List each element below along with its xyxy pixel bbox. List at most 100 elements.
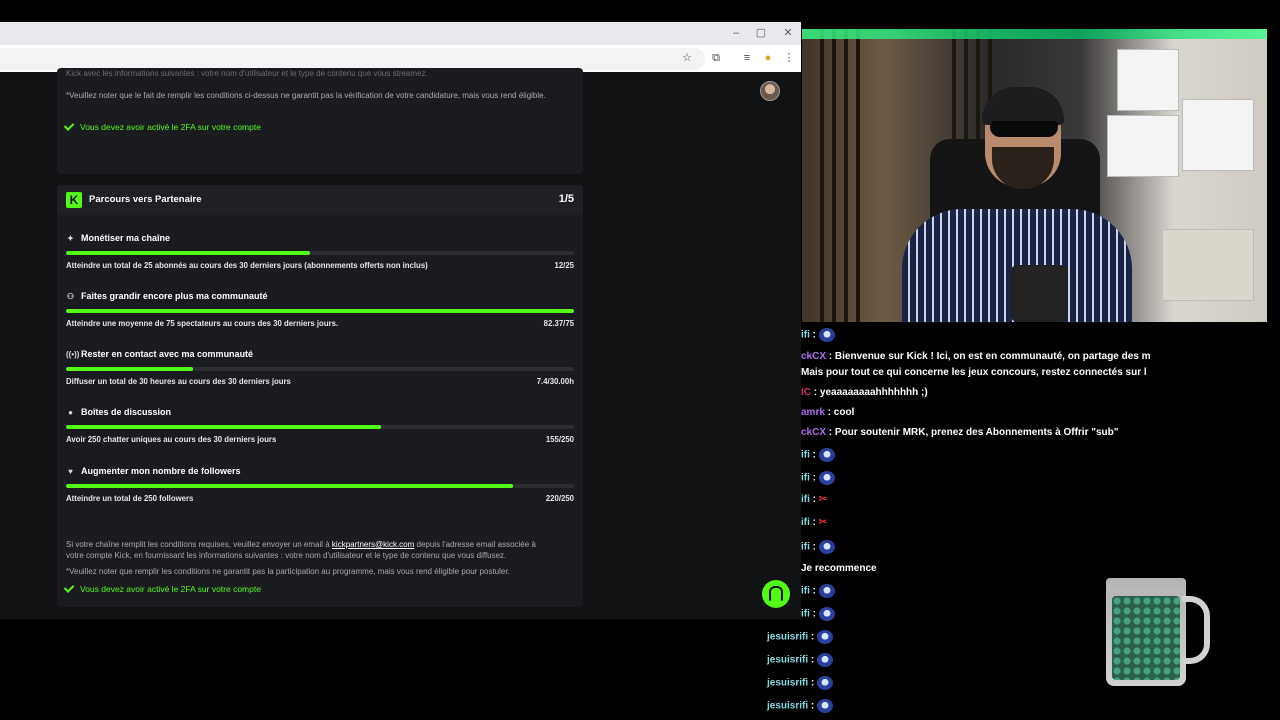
chat-message: ckCX : Bienvenue sur Kick ! Ici, on est … bbox=[801, 351, 1151, 362]
chat-message: ifi : bbox=[801, 448, 835, 462]
chat-username[interactable]: ifi bbox=[801, 450, 810, 461]
console-box bbox=[1107, 115, 1179, 177]
chat-username[interactable]: ckCX bbox=[801, 351, 826, 362]
emote-icon: ✂ bbox=[818, 494, 828, 505]
progress-bar bbox=[66, 251, 574, 255]
emote-icon bbox=[817, 653, 834, 667]
section-title-text: Boîtes de discussion bbox=[81, 407, 172, 417]
chat-text: Je recommence bbox=[801, 563, 877, 574]
partner-footer-text: Si votre chaîne remplit les conditions r… bbox=[66, 539, 566, 550]
chat-message: ifi : bbox=[801, 471, 835, 485]
twofa-text: Vous devez avoir activé le 2FA sur votre… bbox=[80, 122, 261, 132]
progress-fill bbox=[66, 309, 574, 313]
chat-separator: : bbox=[809, 517, 819, 529]
maximize-button[interactable]: ▢ bbox=[754, 26, 768, 40]
partner-step-section: ⚇ Faites grandir encore plus ma communaut… bbox=[66, 291, 574, 341]
partner-step-section: ● Boîtes de discussion Avoir 250 chatter u… bbox=[66, 407, 574, 457]
verification-note: *Veuillez noter que le fait de remplir l… bbox=[66, 91, 546, 100]
partner-twofa-text: Vous devez avoir activé le 2FA sur votre… bbox=[80, 584, 261, 594]
section-icon: ⚇ bbox=[66, 291, 75, 301]
chat-message: jesuisrifi : bbox=[767, 630, 834, 644]
partner-step-section: ♥ Augmenter mon nombre de followers Attein… bbox=[66, 466, 574, 516]
section-description: Atteindre un total de 25 abonnés au cour… bbox=[66, 261, 428, 270]
menu-icon[interactable]: ⋮ bbox=[782, 51, 796, 65]
chat-username[interactable]: ifi bbox=[801, 330, 810, 341]
chat-username[interactable]: IC bbox=[801, 387, 811, 398]
chat-separator: : bbox=[809, 472, 819, 484]
address-bar[interactable] bbox=[0, 48, 705, 70]
section-icon: ● bbox=[68, 407, 73, 417]
chat-message: jesuisrifi : bbox=[767, 653, 834, 667]
section-description: Avoir 250 chatter uniques au cours des 3… bbox=[66, 435, 277, 444]
partner-step-section: ✦ Monétiser ma chaîne Atteindre un total d… bbox=[66, 233, 574, 283]
chat-message: Je recommence bbox=[801, 563, 877, 574]
extensions-icon[interactable]: ⧉ bbox=[709, 51, 723, 65]
minimize-button[interactable]: – bbox=[729, 26, 743, 40]
chat-message: ckCX : Pour soutenir MRK, prenez des Abo… bbox=[801, 427, 1119, 438]
support-chat-button[interactable] bbox=[762, 580, 790, 608]
chat-text: Pour soutenir MRK, prenez des Abonnement… bbox=[834, 427, 1119, 438]
partner-email-link[interactable]: kickpartners@kick.com bbox=[332, 540, 414, 549]
progress-bar bbox=[66, 425, 574, 429]
progress-fill bbox=[66, 484, 514, 488]
section-icon: ♥ bbox=[68, 466, 73, 476]
wall-slat bbox=[832, 29, 836, 322]
chat-separator: : bbox=[811, 387, 820, 398]
chat-separator: : bbox=[809, 329, 819, 341]
profile-icon[interactable]: ● bbox=[761, 51, 775, 65]
star-icon[interactable]: ☆ bbox=[680, 51, 694, 65]
chat-username[interactable]: ifi bbox=[801, 542, 810, 553]
chat-separator: : bbox=[809, 585, 819, 597]
chat-username[interactable]: ckCX bbox=[801, 427, 826, 438]
section-description: Atteindre un total de 250 followers bbox=[66, 494, 194, 503]
close-button[interactable]: ✕ bbox=[781, 26, 795, 40]
section-icon: ((•)) bbox=[66, 349, 80, 359]
mug-handle bbox=[1182, 596, 1210, 664]
progress-bar bbox=[66, 484, 574, 488]
chat-username[interactable]: jesuisrifi bbox=[767, 701, 808, 712]
page-content: Kick avec les informations suivantes : v… bbox=[0, 68, 801, 619]
section-value: 12/25 bbox=[554, 261, 574, 270]
chat-message: ifi : ✂ bbox=[801, 517, 827, 528]
emote-icon: ✂ bbox=[818, 517, 828, 528]
progress-fill bbox=[66, 425, 381, 429]
chat-username[interactable]: amrk bbox=[801, 407, 825, 418]
emote-icon bbox=[817, 699, 834, 713]
title-bar: – ▢ ✕ bbox=[0, 22, 801, 45]
chat-username[interactable]: ifi bbox=[801, 473, 810, 484]
microphone bbox=[1010, 265, 1068, 322]
neon-light bbox=[802, 29, 1267, 39]
media-icon[interactable]: ≡ bbox=[740, 51, 754, 65]
chat-username[interactable]: jesuisrifi bbox=[767, 632, 808, 643]
chat-separator: : bbox=[809, 608, 819, 620]
progress-bar bbox=[66, 309, 574, 313]
partner-twofa-requirement: Vous devez avoir activé le 2FA sur votre… bbox=[63, 582, 261, 594]
progress-fill bbox=[66, 251, 310, 255]
partner-step-counter: 1/5 bbox=[558, 193, 574, 205]
chat-username[interactable]: jesuisrifi bbox=[767, 655, 808, 666]
wall-slat bbox=[844, 29, 848, 322]
emote-icon bbox=[818, 584, 835, 598]
section-title: ((•)) Rester en contact avec ma communaut… bbox=[66, 349, 253, 359]
streamer-cap bbox=[982, 87, 1064, 125]
section-value: 82.37/75 bbox=[543, 319, 574, 328]
avatar[interactable] bbox=[760, 81, 780, 101]
verification-card: Kick avec les informations suivantes : v… bbox=[57, 68, 583, 174]
chat-message: jesuisrifi : bbox=[767, 676, 834, 690]
emote-icon bbox=[817, 630, 834, 644]
partner-card: K Parcours vers Partenaire 1/5 ✦ Monétise… bbox=[57, 185, 583, 607]
chat-text: cool bbox=[833, 407, 855, 418]
chat-username[interactable]: ifi bbox=[801, 517, 810, 528]
chat-username[interactable]: jesuisrifi bbox=[767, 678, 808, 689]
emote-icon bbox=[818, 448, 835, 462]
chat-username[interactable]: ifi bbox=[801, 494, 810, 505]
section-value: 220/250 bbox=[545, 494, 574, 503]
mug-overlay bbox=[1106, 578, 1186, 686]
wall-slat bbox=[856, 29, 860, 322]
chat-username[interactable]: ifi bbox=[801, 586, 810, 597]
chat-separator: : bbox=[808, 700, 818, 712]
chat-username[interactable]: ifi bbox=[801, 609, 810, 620]
partner-footer-note: *Veuillez noter que remplir les conditio… bbox=[66, 567, 510, 576]
section-title-text: Faites grandir encore plus ma communauté bbox=[81, 291, 268, 301]
partner-card-title: Parcours vers Partenaire bbox=[89, 194, 202, 205]
